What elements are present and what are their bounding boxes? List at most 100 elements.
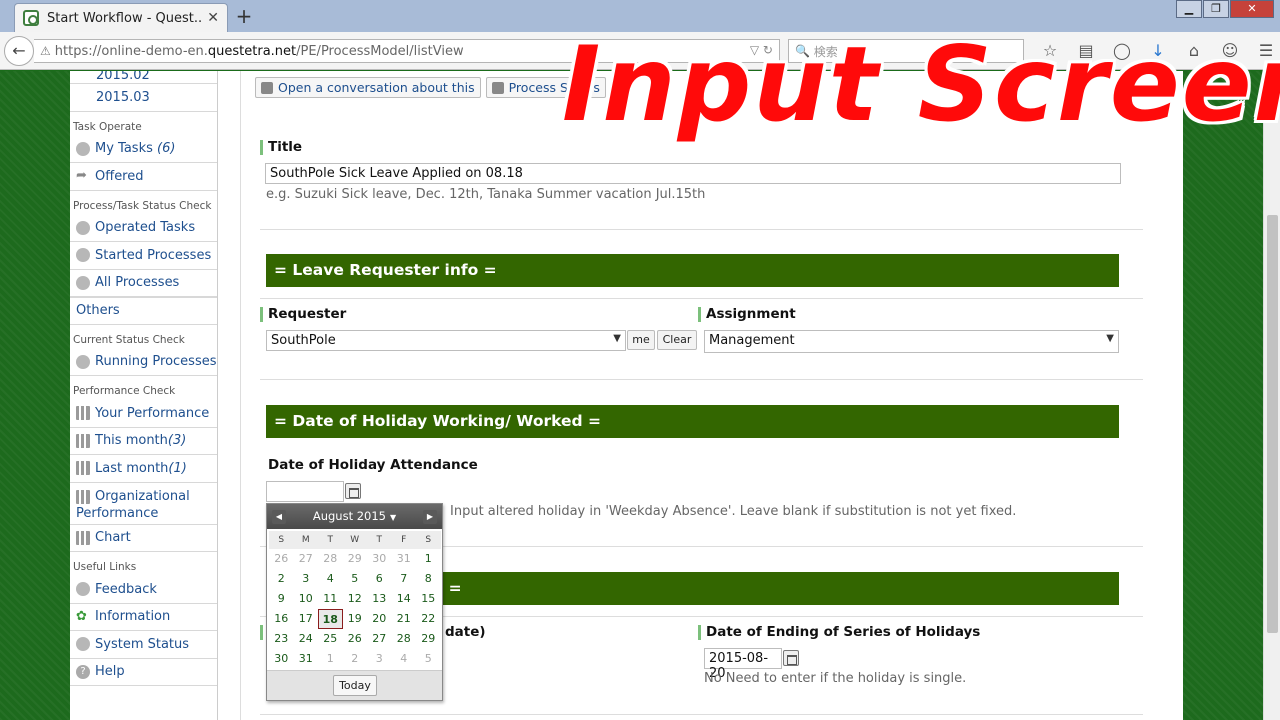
tasks-icon xyxy=(76,141,90,156)
date-cell[interactable]: 8 xyxy=(416,569,441,589)
input-screen-caption: Input Screen xyxy=(562,25,1280,145)
clear-button[interactable]: Clear xyxy=(657,330,697,350)
sidebar-item-operated-tasks[interactable]: Operated Tasks xyxy=(70,215,217,242)
sidebar-item-help[interactable]: ? Help xyxy=(70,659,217,686)
date-cell[interactable]: 28 xyxy=(392,629,417,649)
warning-icon: ⚠ xyxy=(40,44,51,58)
date-cell[interactable]: 31 xyxy=(392,549,417,569)
date-cell[interactable]: 27 xyxy=(367,629,392,649)
date-cell[interactable]: 5 xyxy=(416,649,441,669)
divider xyxy=(260,714,1143,715)
date-cell[interactable]: 25 xyxy=(318,629,343,649)
date-cell[interactable]: 28 xyxy=(318,549,343,569)
bar-chart-icon xyxy=(76,461,90,476)
date-cell[interactable]: 30 xyxy=(367,549,392,569)
date-cell[interactable]: 20 xyxy=(367,609,392,629)
date-cell[interactable]: 17 xyxy=(294,609,319,629)
date-cell[interactable]: 27 xyxy=(294,549,319,569)
date-cell[interactable]: 24 xyxy=(294,629,319,649)
date-cell[interactable]: 10 xyxy=(294,589,319,609)
date-cell[interactable]: 26 xyxy=(269,549,294,569)
calendar-icon[interactable] xyxy=(345,483,361,499)
sidebar-item-label: Operated Tasks xyxy=(95,220,196,236)
maximize-button[interactable]: ❐ xyxy=(1203,0,1229,18)
sidebar-item-others[interactable]: Others xyxy=(70,297,217,325)
date-cell[interactable]: 14 xyxy=(392,589,417,609)
date-cell[interactable]: 2 xyxy=(343,649,368,669)
date-cell[interactable]: 21 xyxy=(392,609,417,629)
selected-date[interactable]: 18 xyxy=(318,609,343,629)
date-cell[interactable]: 3 xyxy=(294,569,319,589)
sidebar-item-running-processes[interactable]: Running Processes xyxy=(70,349,217,376)
new-tab-button[interactable]: + xyxy=(234,4,254,28)
sidebar-item-chart[interactable]: Chart xyxy=(70,525,217,552)
sidebar-item-2015-02[interactable]: 2015.02 xyxy=(70,71,217,84)
today-button[interactable]: Today xyxy=(333,675,377,696)
date-cell[interactable]: 29 xyxy=(343,549,368,569)
sidebar-item-started-processes[interactable]: Started Processes xyxy=(70,242,217,270)
date-cell[interactable]: 4 xyxy=(318,569,343,589)
me-button[interactable]: me xyxy=(627,330,655,350)
date-cell[interactable]: 9 xyxy=(269,589,294,609)
weekday-header: F xyxy=(391,531,416,549)
back-arrow-icon[interactable]: ← xyxy=(4,36,34,66)
date-cell[interactable]: 15 xyxy=(416,589,441,609)
page-scrollbar[interactable]: ▲ xyxy=(1263,71,1280,720)
close-tab-icon[interactable]: ✕ xyxy=(207,10,219,26)
date-cell[interactable]: 23 xyxy=(269,629,294,649)
sidebar-heading-task-operate: Task Operate xyxy=(73,120,142,133)
date-cell[interactable]: 26 xyxy=(343,629,368,649)
date-cell[interactable]: 13 xyxy=(367,589,392,609)
last-month-count: (1) xyxy=(168,460,187,476)
next-month-icon[interactable]: ▶ xyxy=(423,510,437,524)
weekday-header: T xyxy=(318,531,343,549)
sidebar-item-organizational-performance[interactable]: Organizational Performance xyxy=(70,483,217,525)
date-cell[interactable]: 7 xyxy=(392,569,417,589)
date-cell[interactable]: 11 xyxy=(318,589,343,609)
date-cell[interactable]: 31 xyxy=(294,649,319,669)
date-cell[interactable]: 19 xyxy=(343,609,368,629)
sidebar-item-my-tasks[interactable]: My Tasks (6) xyxy=(70,136,217,163)
date-cell[interactable]: 12 xyxy=(343,589,368,609)
sidebar-item-last-month[interactable]: Last month (1) xyxy=(70,455,217,483)
attendance-label: Date of Holiday Attendance xyxy=(268,457,478,473)
date-cell[interactable]: 22 xyxy=(416,609,441,629)
title-field[interactable]: SouthPole Sick Leave Applied on 08.18 xyxy=(265,163,1121,184)
date-cell[interactable]: 2 xyxy=(269,569,294,589)
month-selector[interactable]: August 2015 ▼ xyxy=(313,509,396,523)
weekday-header: M xyxy=(293,531,318,549)
sidebar-item-your-performance[interactable]: Your Performance xyxy=(70,400,217,428)
date-cell[interactable]: 5 xyxy=(343,569,368,589)
end-date-field[interactable]: 2015-08-20 xyxy=(704,648,782,681)
form-toolbar: Open a conversation about this Process S… xyxy=(255,77,611,98)
window-close-button[interactable]: ✕ xyxy=(1230,0,1274,18)
date-cell[interactable]: 16 xyxy=(269,609,294,629)
requester-select[interactable]: SouthPole ▼ xyxy=(266,330,626,351)
date-cell[interactable]: 30 xyxy=(269,649,294,669)
date-cell[interactable]: 29 xyxy=(416,629,441,649)
minimize-button[interactable]: ▁ xyxy=(1176,0,1202,18)
date-cell[interactable]: 4 xyxy=(392,649,417,669)
url-host: questetra.net xyxy=(207,43,297,59)
browser-tab[interactable]: Start Workflow - Quest... ✕ xyxy=(14,3,228,32)
date-cell[interactable]: 3 xyxy=(367,649,392,669)
sidebar-item-this-month[interactable]: This month (3) xyxy=(70,428,217,455)
date-cell[interactable]: 1 xyxy=(416,549,441,569)
sidebar-item-all-processes[interactable]: All Processes xyxy=(70,270,217,297)
sidebar-item-system-status[interactable]: System Status xyxy=(70,631,217,659)
date-cell[interactable]: 1 xyxy=(318,649,343,669)
sidebar-item-offered[interactable]: ➦ Offered xyxy=(70,163,217,191)
sidebar-item-information[interactable]: ✿ Information xyxy=(70,604,217,631)
date-cell[interactable]: 6 xyxy=(367,569,392,589)
end-date-hint: No Need to enter if the holiday is singl… xyxy=(704,671,967,686)
scroll-thumb[interactable] xyxy=(1267,215,1278,633)
previous-month-icon[interactable]: ◀ xyxy=(272,510,286,524)
assignment-select[interactable]: Management ▼ xyxy=(704,330,1119,353)
sidebar-item-label: Last month xyxy=(95,460,169,476)
sidebar-item-label: System Status xyxy=(95,636,190,652)
sidebar-item-2015-03[interactable]: 2015.03 xyxy=(70,84,217,112)
sidebar-item-feedback[interactable]: Feedback xyxy=(70,576,217,604)
attendance-date-field[interactable] xyxy=(266,481,344,502)
calendar-icon[interactable] xyxy=(783,650,799,666)
open-conversation-button[interactable]: Open a conversation about this xyxy=(255,77,481,98)
